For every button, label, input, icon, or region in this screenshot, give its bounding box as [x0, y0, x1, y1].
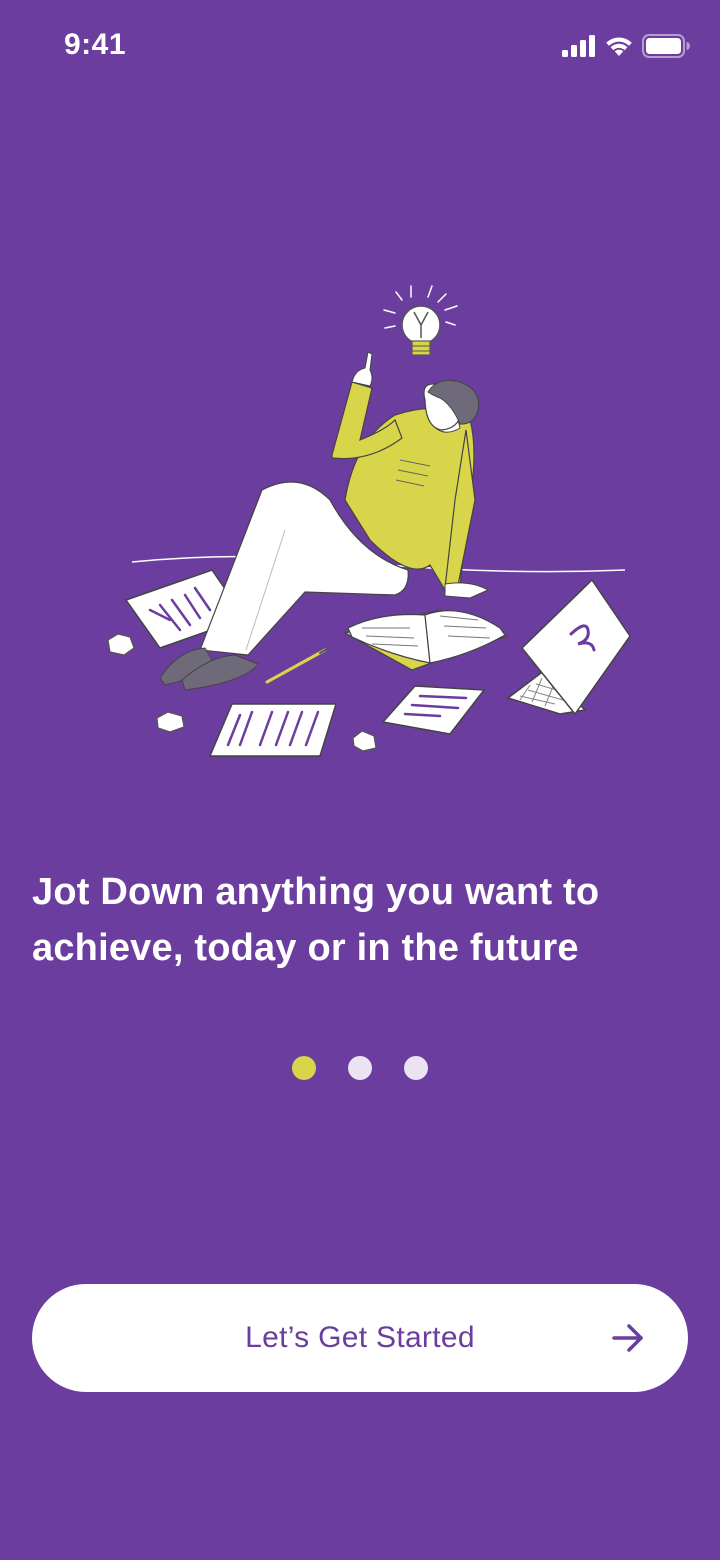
get-started-label: Let’s Get Started [245, 1321, 475, 1354]
wifi-icon [606, 37, 632, 56]
headline-line-2: achieve, today or in the future [32, 927, 579, 969]
lightbulb-icon [383, 285, 458, 356]
person-with-lightbulb-illustration [100, 270, 640, 770]
onboarding-headline: Jot Down anything you want to achieve, t… [32, 864, 692, 976]
battery-icon [642, 34, 690, 58]
get-started-button[interactable]: Let’s Get Started [32, 1284, 688, 1392]
status-bar: 9:41 [0, 0, 720, 92]
page-dot-1-active[interactable] [292, 1056, 316, 1080]
page-dot-2[interactable] [348, 1056, 372, 1080]
page-indicator [0, 1056, 720, 1080]
status-icons [562, 30, 690, 62]
page-dot-3[interactable] [404, 1056, 428, 1080]
status-time: 9:41 [64, 28, 127, 61]
arrow-right-icon [612, 1324, 643, 1352]
headline-line-1: Jot Down anything you want to [32, 871, 600, 913]
cellular-signal-icon [562, 35, 595, 57]
